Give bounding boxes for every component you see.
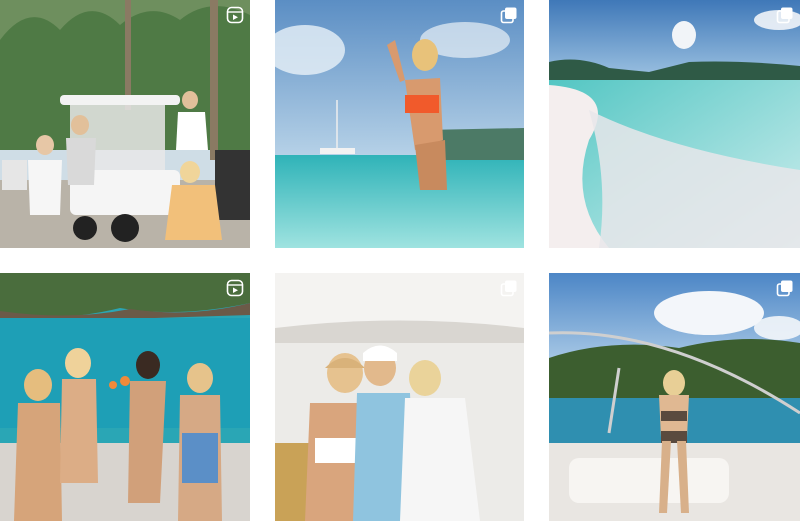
post-thumbnail[interactable] [0, 273, 250, 521]
reel-icon [226, 6, 244, 24]
post-thumbnail[interactable] [275, 273, 524, 521]
post-image [275, 273, 524, 521]
carousel-icon [776, 279, 794, 297]
post-thumbnail[interactable] [549, 0, 800, 248]
reel-icon [226, 279, 244, 297]
carousel-icon [776, 6, 794, 24]
post-image [275, 0, 524, 248]
post-thumbnail[interactable] [549, 273, 800, 521]
post-image [549, 0, 800, 248]
post-image [0, 273, 250, 521]
carousel-icon [500, 279, 518, 297]
post-image [0, 0, 250, 248]
carousel-icon [500, 6, 518, 24]
post-thumbnail[interactable] [275, 0, 524, 248]
post-thumbnail[interactable] [0, 0, 250, 248]
post-image [549, 273, 800, 521]
post-grid [0, 0, 800, 521]
